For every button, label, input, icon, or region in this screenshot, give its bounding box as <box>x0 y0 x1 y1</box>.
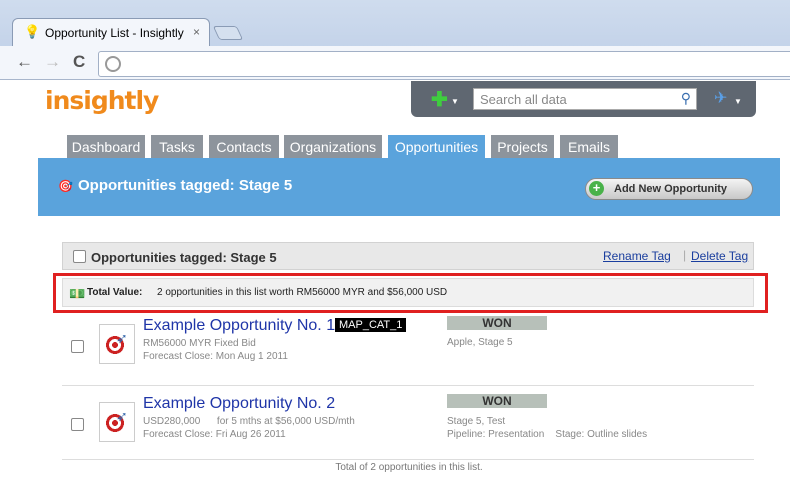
list-footer: Total of 2 opportunities in this list. <box>335 462 483 473</box>
tab-projects[interactable]: Projects <box>491 135 554 159</box>
opportunities-panel: 🎯 Opportunities tagged: Stage 5 + Add Ne… <box>38 158 780 498</box>
browser-chrome: 💡 Opportunity List - Insightly × ← → C <box>0 0 790 80</box>
opportunity-tags: Apple, Stage 5 <box>447 337 513 348</box>
tab-close-icon[interactable]: × <box>193 25 200 39</box>
panel-header: 🎯 Opportunities tagged: Stage 5 + Add Ne… <box>38 158 780 216</box>
tab-emails[interactable]: Emails <box>560 135 618 159</box>
tab-contacts[interactable]: Contacts <box>209 135 279 159</box>
search-input[interactable]: Search all data ⚲ <box>473 88 697 110</box>
forecast-close: Forecast Close: Fri Aug 26 2011 <box>143 429 286 440</box>
search-placeholder: Search all data <box>480 92 567 107</box>
arrow-icon: ➶ <box>116 330 128 346</box>
tab-title: Opportunity List - Insightly <box>45 26 184 40</box>
delete-tag-link[interactable]: Delete Tag <box>691 249 748 263</box>
select-all-checkbox[interactable] <box>73 250 86 263</box>
link-separator: | <box>683 248 687 262</box>
plus-circle-icon: + <box>589 181 604 196</box>
reload-icon[interactable]: C <box>73 52 85 72</box>
opportunity-pipeline: Pipeline: Presentation Stage: Outline sl… <box>447 429 648 440</box>
opportunity-thumbnail[interactable]: ➶ <box>99 402 135 442</box>
address-bar[interactable] <box>98 51 790 77</box>
tag-icon: 🎯 <box>58 179 73 193</box>
opportunity-tags: Stage 5, Test <box>447 416 506 427</box>
browser-tab[interactable]: 💡 Opportunity List - Insightly × <box>12 18 210 46</box>
opportunity-value: USD280,000 for 5 mths at $56,000 USD/mth <box>143 416 355 427</box>
page-title: Opportunities tagged: Stage 5 <box>78 177 293 194</box>
chevron-down-icon[interactable]: ▼ <box>734 97 742 106</box>
status-badge: WON <box>447 316 547 330</box>
tab-dashboard[interactable]: Dashboard <box>67 135 145 159</box>
arrow-icon: ➶ <box>116 408 128 424</box>
chevron-down-icon[interactable]: ▼ <box>451 97 459 106</box>
opportunity-checkbox[interactable] <box>71 340 84 353</box>
list-item: ➶ Example Opportunity No. 1 MAP_CAT_1 RM… <box>38 316 780 388</box>
back-arrow-icon[interactable]: ← <box>16 52 33 72</box>
highlight-box <box>53 273 768 313</box>
category-badge: MAP_CAT_1 <box>335 318 407 332</box>
opportunity-name-link[interactable]: Example Opportunity No. 2 <box>143 395 335 413</box>
tab-tasks[interactable]: Tasks <box>151 135 203 159</box>
list-header-title: Opportunities tagged: Stage 5 <box>91 250 277 265</box>
pin-icon[interactable]: ✈ <box>714 88 727 108</box>
add-button-label: Add New Opportunity <box>614 183 728 195</box>
opportunity-thumbnail[interactable]: ➶ <box>99 324 135 364</box>
add-plus-icon[interactable]: ✚ <box>431 87 448 112</box>
opportunity-value: RM56000 MYR Fixed Bid <box>143 338 256 349</box>
forward-arrow-icon[interactable]: → <box>44 52 61 72</box>
globe-icon <box>105 56 121 72</box>
row-divider <box>62 385 754 386</box>
lightbulb-icon: 💡 <box>24 24 41 39</box>
opportunity-name-link[interactable]: Example Opportunity No. 1 <box>143 317 335 335</box>
list-content: Opportunities tagged: Stage 5 Rename Tag… <box>38 216 780 498</box>
insightly-logo[interactable]: insightly <box>45 86 159 115</box>
new-tab-button[interactable] <box>212 26 244 40</box>
top-toolbar: ✚ ▼ Search all data ⚲ ✈ ▼ <box>411 81 756 117</box>
list-header: Opportunities tagged: Stage 5 Rename Tag… <box>62 242 754 270</box>
search-icon[interactable]: ⚲ <box>681 90 691 107</box>
row-divider <box>62 459 754 460</box>
opportunity-checkbox[interactable] <box>71 418 84 431</box>
status-badge: WON <box>447 394 547 408</box>
browser-toolbar: ← → C <box>0 46 790 80</box>
add-new-opportunity-button[interactable]: + Add New Opportunity <box>585 178 753 200</box>
list-item: ➶ Example Opportunity No. 2 USD280,000 f… <box>38 394 780 466</box>
tab-organizations[interactable]: Organizations <box>284 135 382 159</box>
rename-tag-link[interactable]: Rename Tag <box>603 249 671 263</box>
forecast-close: Forecast Close: Mon Aug 1 2011 <box>143 351 288 362</box>
